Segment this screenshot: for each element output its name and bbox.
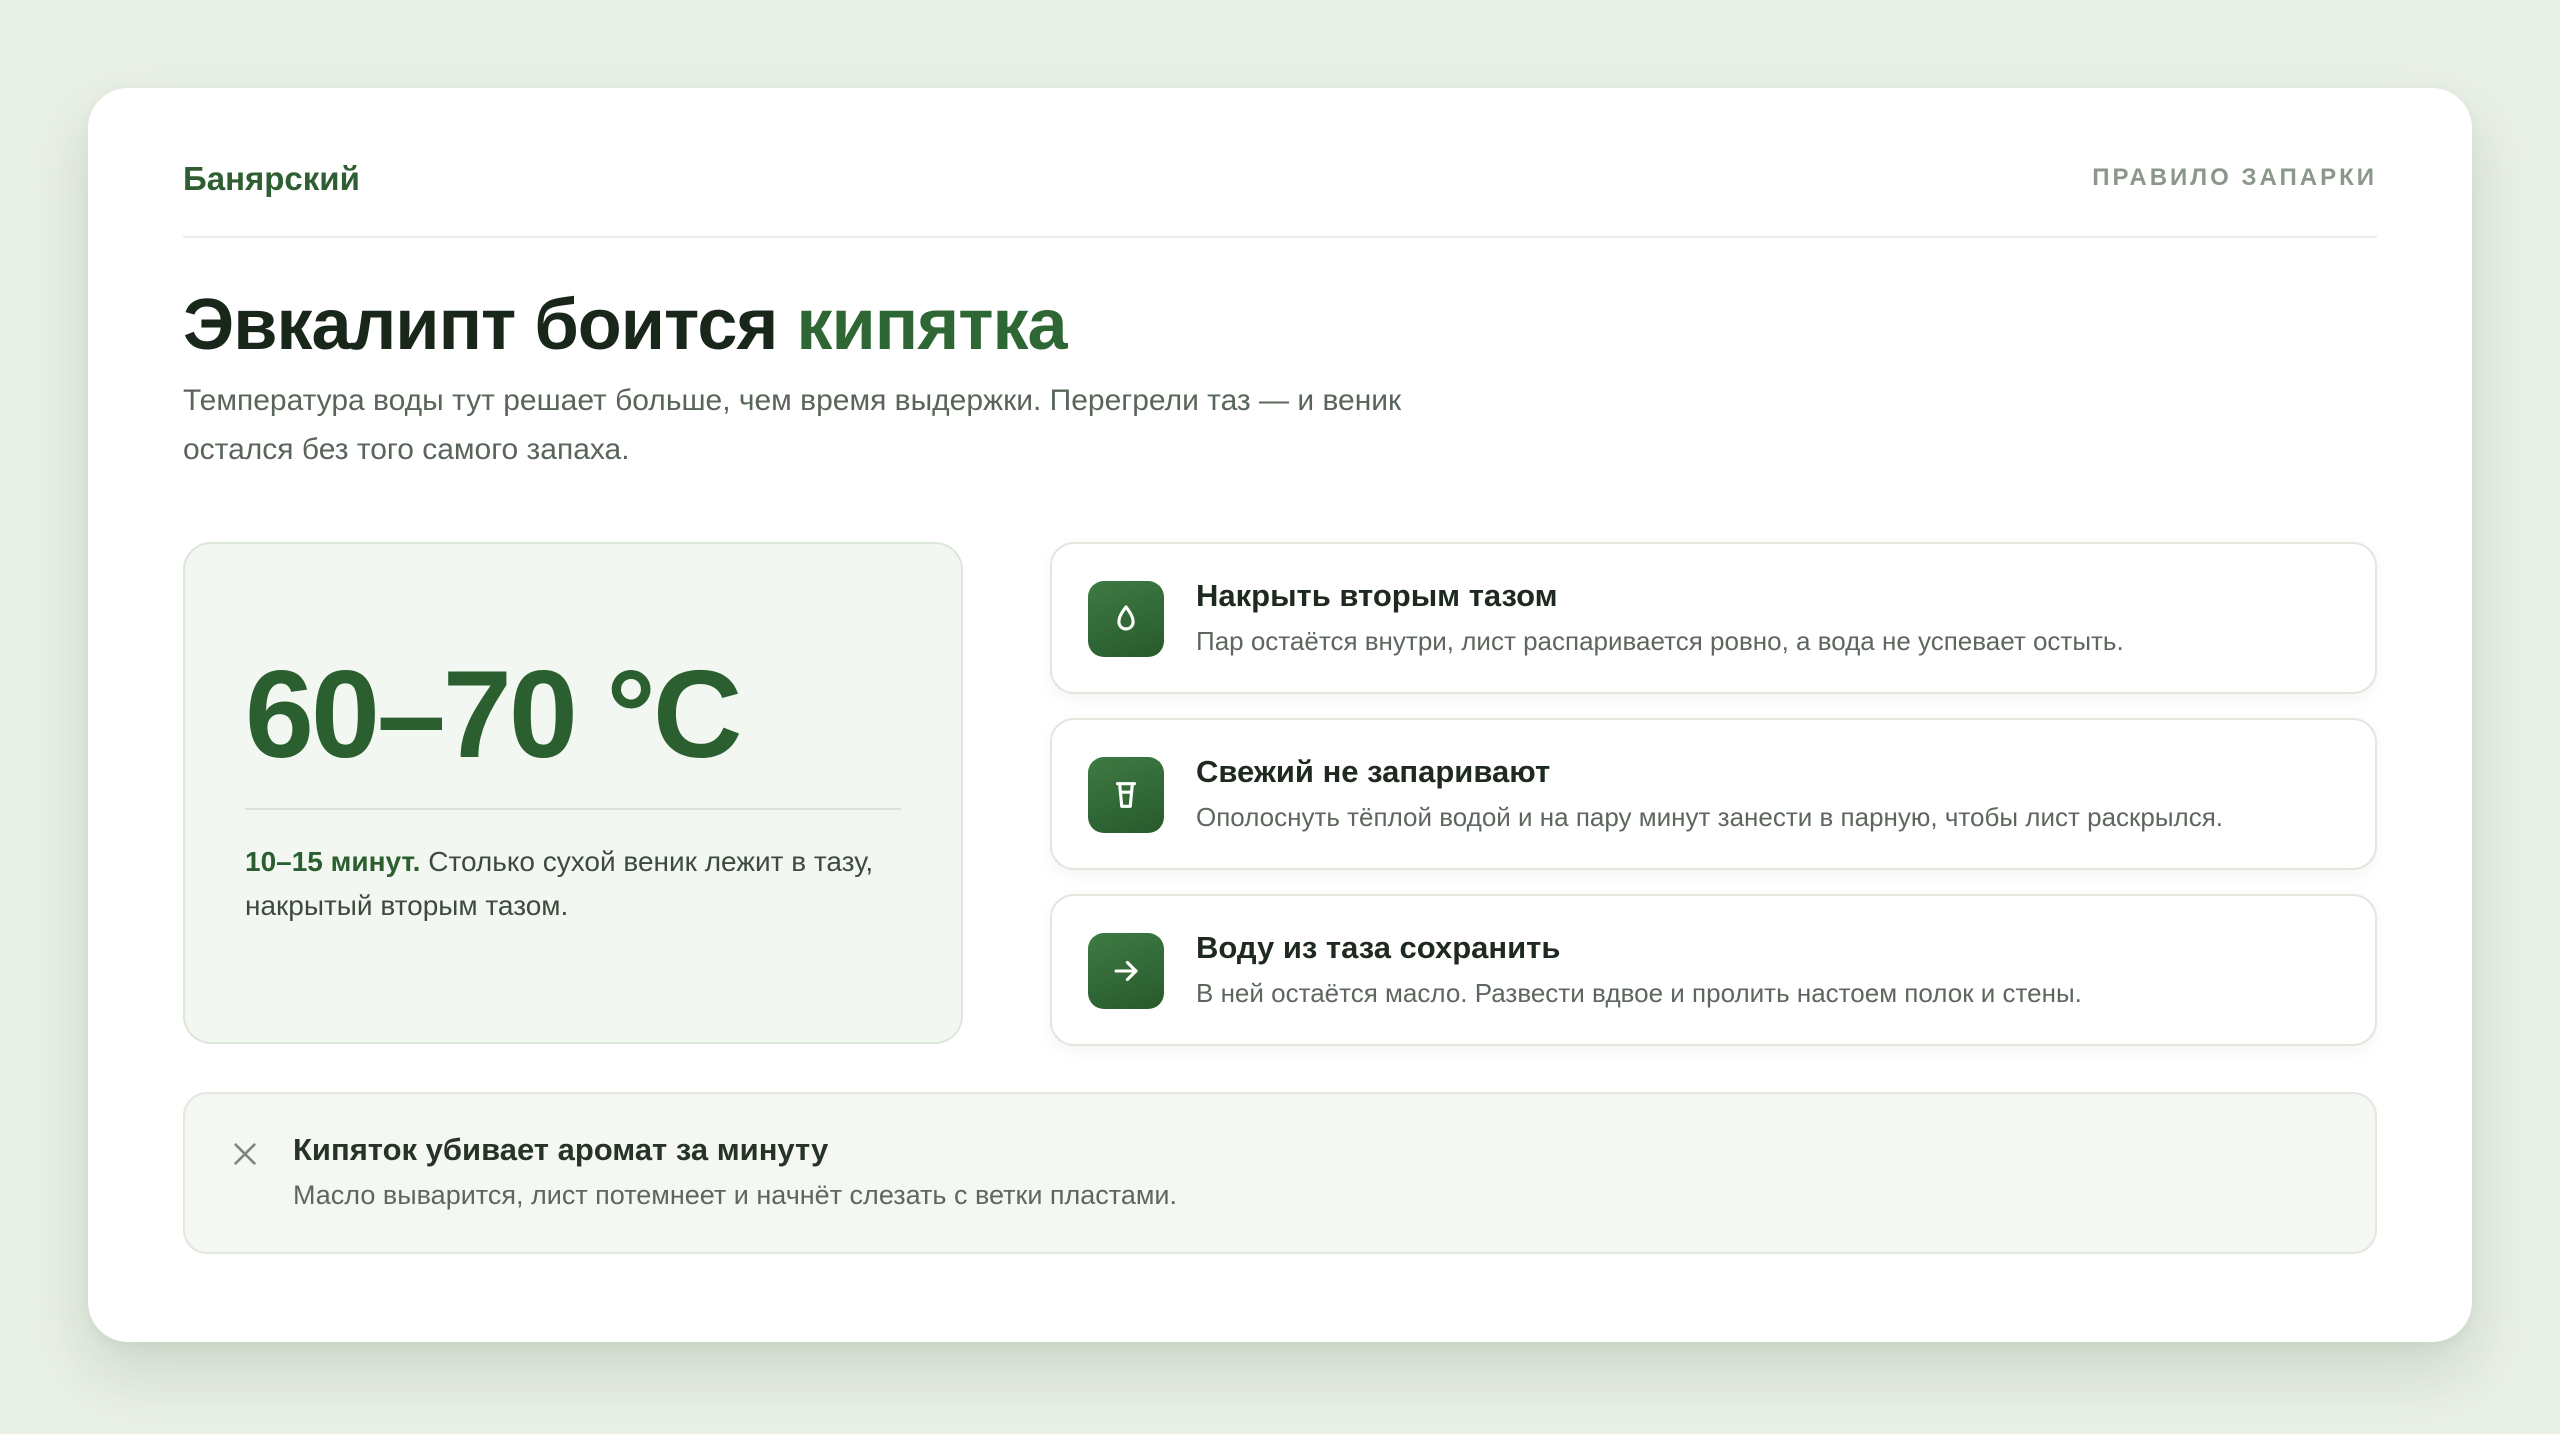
warning-description: Масло выварится, лист потемнеет и начнёт… xyxy=(293,1180,1178,1210)
title-main: Эвкалипт боится xyxy=(183,285,797,365)
step-card-fresh: Свежий не запаривают Ополоснуть тёплой в… xyxy=(1050,718,2377,870)
temperature-value: 60–70 °C xyxy=(245,646,742,784)
step-description: Пар остаётся внутри, лист распаривается … xyxy=(1196,626,2124,656)
step-description: Ополоснуть тёплой водой и на пару минут … xyxy=(1196,802,2224,832)
step-title: Накрыть вторым тазом xyxy=(1196,578,1558,613)
step-card-save-water: Воду из таза сохранить В ней остаётся ма… xyxy=(1050,894,2377,1046)
water-drop-icon xyxy=(1088,581,1164,657)
arrow-right-icon xyxy=(1088,933,1164,1009)
page-subtitle: Температура воды тут решает больше, чем … xyxy=(183,384,1402,466)
warning-title: Кипяток убивает аромат за минуту xyxy=(293,1132,829,1167)
soak-time-value: 10–15 минут. xyxy=(245,846,421,877)
step-title: Воду из таза сохранить xyxy=(1196,930,1561,965)
soak-time-note: 10–15 минут. Столько сухой веник лежит в… xyxy=(245,840,885,928)
warning-box: Кипяток убивает аромат за минуту Масло в… xyxy=(183,1092,2377,1254)
close-icon xyxy=(229,1138,261,1170)
section-label: ПРАВИЛО ЗАПАРКИ xyxy=(2092,164,2377,191)
step-card-cover: Накрыть вторым тазом Пар остаётся внутри… xyxy=(1050,542,2377,694)
step-description: В ней остаётся масло. Развести вдвое и п… xyxy=(1196,978,2082,1008)
brand-logo[interactable]: Банярский xyxy=(183,160,360,198)
page-title: Эвкалипт боится кипятка xyxy=(183,284,1068,366)
card-header: Банярский ПРАВИЛО ЗАПАРКИ xyxy=(183,88,2377,238)
title-accent: кипятка xyxy=(796,285,1067,365)
step-title: Свежий не запаривают xyxy=(1196,754,1551,789)
rule-card: Банярский ПРАВИЛО ЗАПАРКИ Эвкалипт боитс… xyxy=(88,88,2472,1342)
temperature-card: 60–70 °C 10–15 минут. Столько сухой вени… xyxy=(183,542,963,1044)
temperature-divider xyxy=(245,808,901,810)
cup-icon xyxy=(1088,757,1164,833)
